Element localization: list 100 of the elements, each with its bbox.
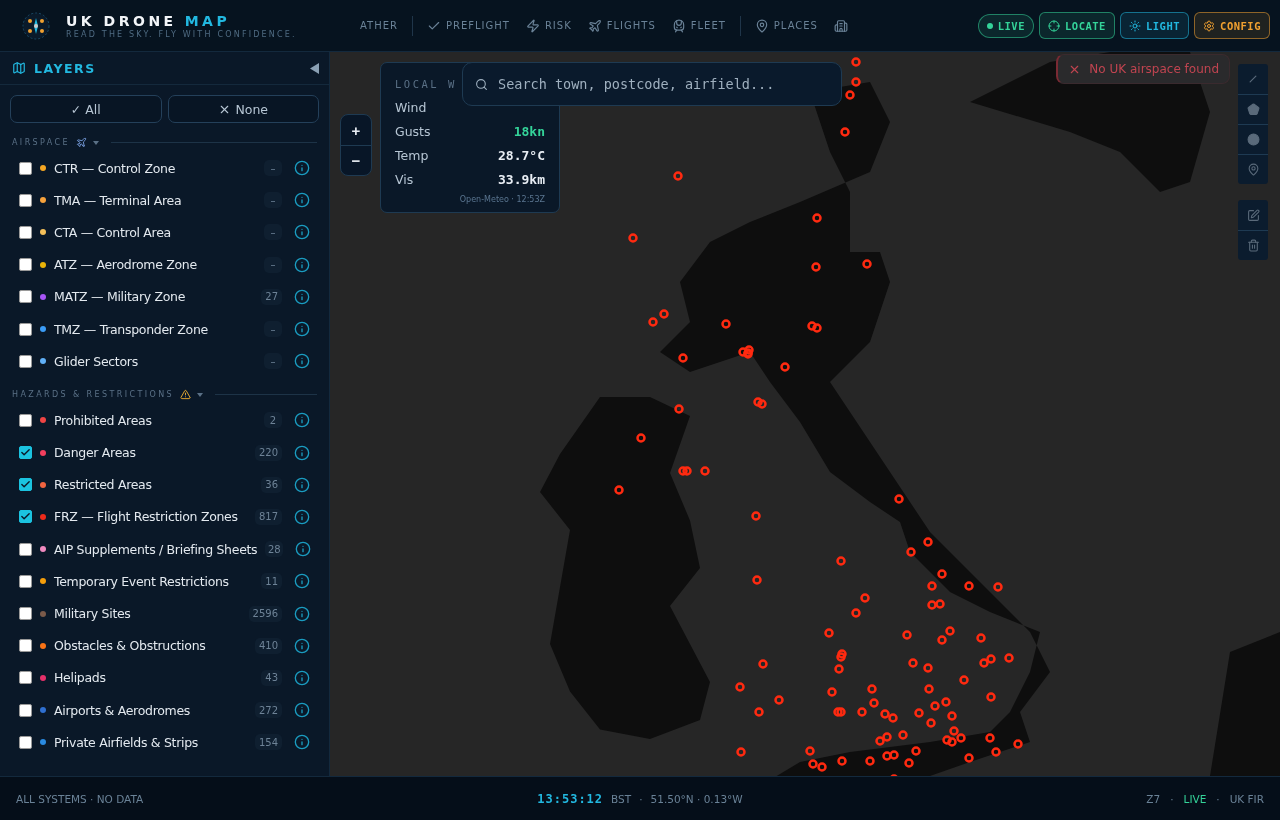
select-all-button[interactable]: ✓ All [10, 95, 162, 123]
info-button[interactable] [294, 444, 310, 461]
header-button[interactable]: LIGHT [1119, 12, 1190, 39]
layer-checkbox[interactable] [19, 478, 32, 492]
nav-tab[interactable]: PLACES [746, 14, 826, 37]
layer-count: 27 [261, 288, 282, 305]
layer-count: – [264, 160, 282, 177]
info-button[interactable] [294, 256, 310, 273]
layer-count: 36 [261, 476, 282, 493]
zoom-out-button[interactable]: − [341, 145, 371, 175]
live-status-pill[interactable]: LIVE [977, 13, 1034, 38]
layer-checkbox[interactable] [19, 290, 32, 304]
layer-checkbox[interactable] [19, 322, 32, 336]
layer-label: Military Sites [54, 606, 132, 622]
layer-count: 2 [264, 412, 282, 429]
layer-count: 154 [254, 734, 282, 751]
layer-checkbox[interactable] [19, 703, 32, 717]
layer-checkbox[interactable] [19, 161, 32, 175]
compass-logo-icon [22, 11, 50, 40]
search-icon [475, 77, 488, 91]
layer-label: Airports & Aerodromes [54, 702, 192, 718]
layer-label: Private Airfields & Strips [54, 734, 199, 750]
app-title: UK DRONE [66, 12, 177, 29]
live-status: LIVE [1183, 792, 1207, 805]
separator-dot: · [1170, 792, 1174, 805]
nav-tab[interactable]: FLEET [663, 14, 734, 37]
nav-tab[interactable]: PREFLIGHT [418, 14, 518, 37]
dropdown-caret-icon[interactable] [92, 140, 99, 145]
info-button[interactable] [294, 476, 310, 493]
layer-checkbox[interactable] [19, 574, 32, 588]
header-button[interactable]: CONFIG [1194, 12, 1270, 39]
layer-count: 2596 [248, 605, 282, 622]
weather-label: Wind [395, 99, 427, 115]
sun-icon [1128, 19, 1141, 32]
layer-count: – [264, 321, 282, 338]
layer-checkbox[interactable] [19, 542, 32, 556]
layer-checkbox[interactable] [19, 413, 32, 427]
layer-count: 817 [254, 508, 282, 525]
select-none-button[interactable]: None [167, 95, 319, 123]
gear-icon [1203, 19, 1216, 32]
layer-label: Temporary Event Restrictions [54, 573, 230, 589]
weather-value: 28.7°C [498, 147, 545, 163]
weather-label: Vis [395, 171, 414, 187]
layer-checkbox[interactable] [19, 639, 32, 653]
layer-checkbox[interactable] [19, 446, 32, 460]
layer-label: FRZ — Flight Restriction Zones [54, 509, 239, 525]
info-button[interactable] [294, 160, 310, 177]
system-status: ALL SYSTEMS · NO DATA [16, 792, 145, 805]
nav-tab[interactable]: RISK [517, 14, 580, 37]
dropdown-caret-icon[interactable] [197, 392, 204, 397]
nav-tab[interactable]: ATHER [352, 16, 406, 35]
building-icon [833, 18, 848, 33]
layer-count: – [264, 256, 282, 273]
collapse-icon[interactable] [310, 62, 319, 74]
status-dot [986, 22, 993, 29]
info-button[interactable] [294, 192, 310, 209]
weather-credit: Open-Meteo · 12:53Z [458, 195, 545, 204]
info-button[interactable] [294, 412, 310, 429]
layer-count: – [264, 353, 282, 370]
layer-checkbox[interactable] [19, 258, 32, 272]
info-button[interactable] [294, 669, 310, 686]
info-button[interactable] [294, 224, 310, 241]
region-label: UK FIR [1229, 792, 1264, 805]
info-button[interactable] [294, 637, 310, 654]
info-button[interactable] [294, 508, 310, 525]
trash-icon [1246, 239, 1260, 252]
zoom-in-button[interactable]: + [341, 115, 371, 145]
search-bar[interactable]: Search town, postcode, airfield... [462, 62, 842, 106]
layer-checkbox[interactable] [19, 671, 32, 685]
layer-label: CTA — Control Area [54, 224, 172, 240]
info-button[interactable] [294, 702, 310, 719]
info-button[interactable] [294, 353, 310, 370]
layer-checkbox[interactable] [19, 193, 32, 207]
layer-checkbox[interactable] [19, 225, 32, 239]
zoom-level: Z7 [1146, 792, 1161, 805]
layer-count: 220 [254, 444, 282, 461]
search-field[interactable]: Search town, postcode, airfield... [496, 75, 829, 93]
layer-count: 410 [254, 637, 282, 654]
plane-icon [75, 137, 87, 148]
layer-label: Helipads [54, 670, 107, 686]
weather-label: Gusts [395, 123, 431, 139]
app-tagline: READ THE SKY. FLY WITH CONFIDENCE. [66, 29, 297, 39]
info-button[interactable] [295, 541, 312, 558]
nav-tab[interactable]: FLIGHTS [579, 14, 664, 37]
header-button[interactable]: LOCATE [1039, 12, 1115, 39]
plane-icon [587, 18, 602, 33]
layer-checkbox[interactable] [19, 735, 32, 749]
coordinates: 51.50°N · 0.13°W [650, 792, 743, 805]
info-button[interactable] [294, 321, 310, 338]
layer-label: TMA — Terminal Area [54, 192, 183, 208]
time-zone: BST [611, 792, 632, 805]
layer-count: 272 [254, 702, 282, 719]
info-button[interactable] [294, 288, 310, 305]
layer-checkbox[interactable] [19, 510, 32, 524]
layer-checkbox[interactable] [19, 354, 32, 368]
info-button[interactable] [294, 734, 310, 751]
weather-label: Temp [395, 147, 429, 163]
info-button[interactable] [294, 605, 310, 622]
info-button[interactable] [294, 573, 310, 590]
layer-checkbox[interactable] [19, 607, 32, 621]
